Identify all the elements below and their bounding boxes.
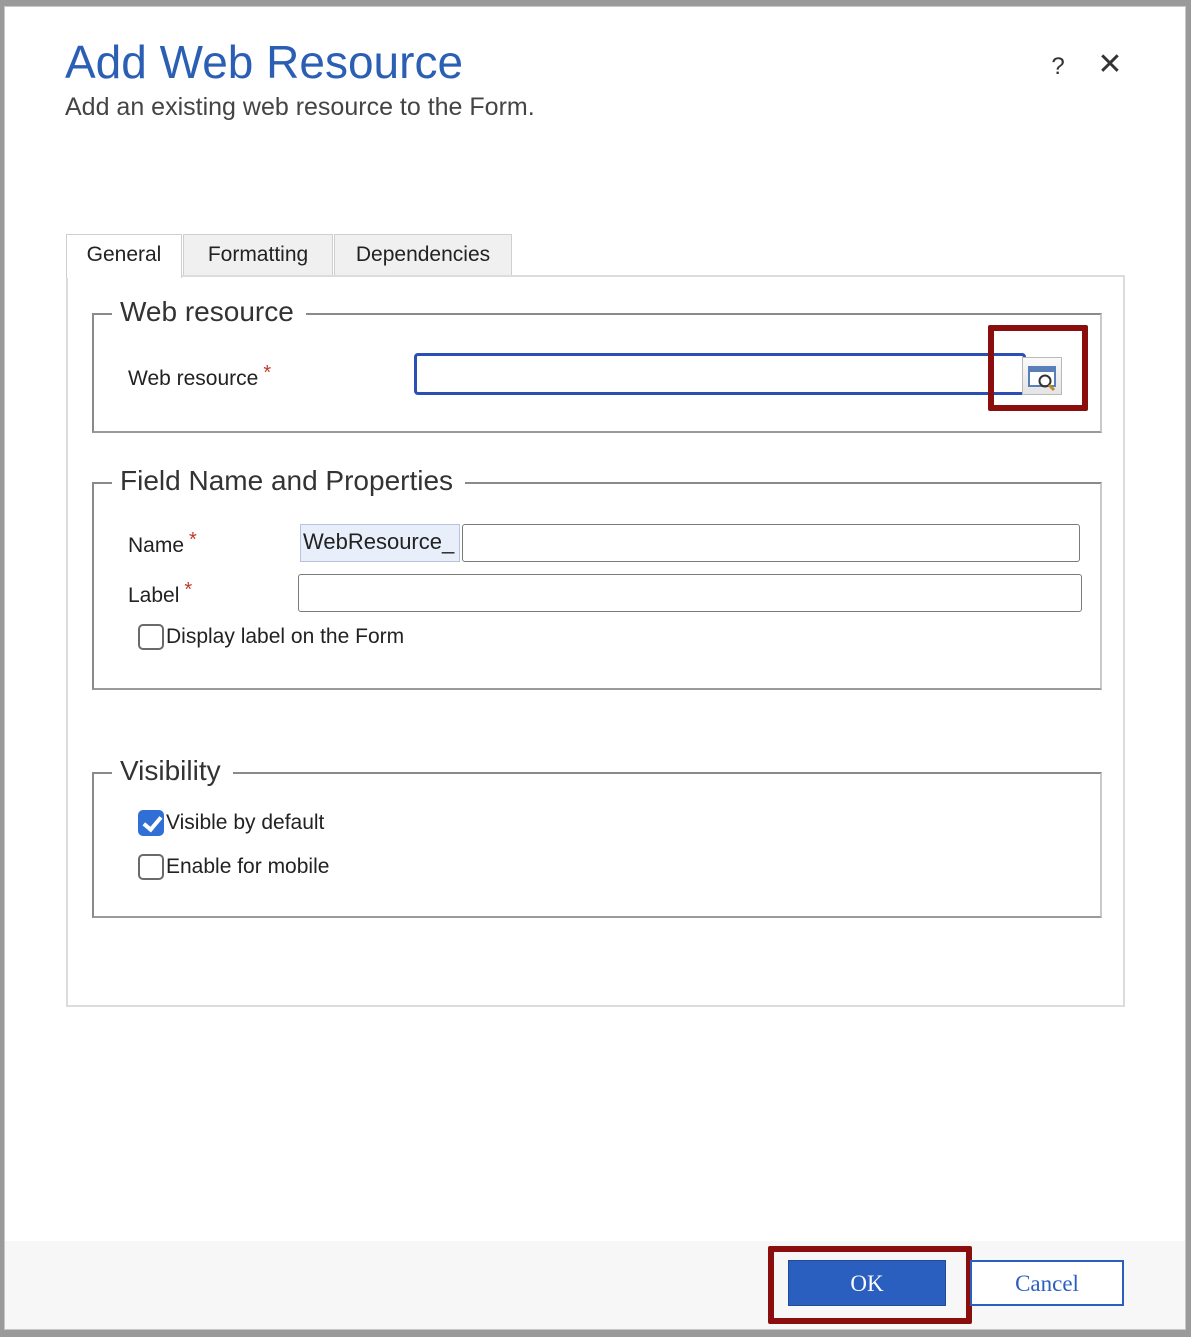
- enable-for-mobile-checkbox[interactable]: [138, 854, 164, 880]
- general-tab-panel: Web resource Web resource * Field Name an…: [66, 275, 1125, 1007]
- display-label-checkbox-label: Display label on the Form: [166, 625, 405, 648]
- field-properties-section: Field Name and Properties Name * WebResou…: [92, 464, 1102, 690]
- cancel-button[interactable]: Cancel: [970, 1260, 1124, 1306]
- enable-for-mobile-row[interactable]: Enable for mobile: [138, 854, 329, 880]
- web-resource-lookup-input[interactable]: [414, 353, 1026, 395]
- required-asterisk: *: [189, 529, 197, 551]
- label-label: Label *: [128, 579, 192, 608]
- visible-by-default-label: Visible by default: [166, 811, 325, 834]
- visibility-legend: Visibility: [112, 754, 233, 788]
- web-resource-legend: Web resource: [112, 295, 306, 329]
- visible-by-default-checkbox[interactable]: [138, 810, 164, 836]
- enable-for-mobile-label: Enable for mobile: [166, 855, 330, 878]
- visible-by-default-row[interactable]: Visible by default: [138, 810, 324, 836]
- name-label: Name *: [128, 529, 197, 558]
- label-label-text: Label: [128, 584, 180, 607]
- visibility-section: Visibility Visible by default Enable for…: [92, 754, 1102, 918]
- name-prefix: WebResource_: [300, 524, 460, 562]
- name-input[interactable]: [462, 524, 1080, 562]
- display-label-checkbox[interactable]: [138, 624, 164, 650]
- dialog-title: Add Web Resource: [65, 36, 464, 88]
- display-label-checkbox-row[interactable]: Display label on the Form: [138, 624, 404, 650]
- lookup-search-icon: [1028, 366, 1056, 392]
- label-input[interactable]: [298, 574, 1082, 612]
- field-properties-legend: Field Name and Properties: [112, 464, 466, 498]
- web-resource-label-text: Web resource: [128, 367, 259, 390]
- help-icon[interactable]: ?: [1045, 51, 1071, 83]
- ok-button[interactable]: OK: [788, 1260, 946, 1306]
- add-web-resource-dialog: Add Web Resource Add an existing web res…: [4, 6, 1186, 1330]
- close-icon[interactable]: ✕: [1095, 49, 1125, 81]
- tab-dependencies[interactable]: Dependencies: [334, 234, 512, 276]
- required-asterisk: *: [184, 579, 193, 601]
- required-asterisk: *: [263, 362, 272, 384]
- tab-general[interactable]: General: [66, 234, 182, 278]
- web-resource-section: Web resource Web resource *: [92, 295, 1102, 433]
- dialog-subtitle: Add an existing web resource to the Form…: [65, 93, 535, 121]
- tab-formatting[interactable]: Formatting: [183, 234, 333, 276]
- web-resource-label: Web resource *: [128, 362, 271, 391]
- lookup-button[interactable]: [1022, 357, 1062, 395]
- name-label-text: Name: [128, 534, 185, 557]
